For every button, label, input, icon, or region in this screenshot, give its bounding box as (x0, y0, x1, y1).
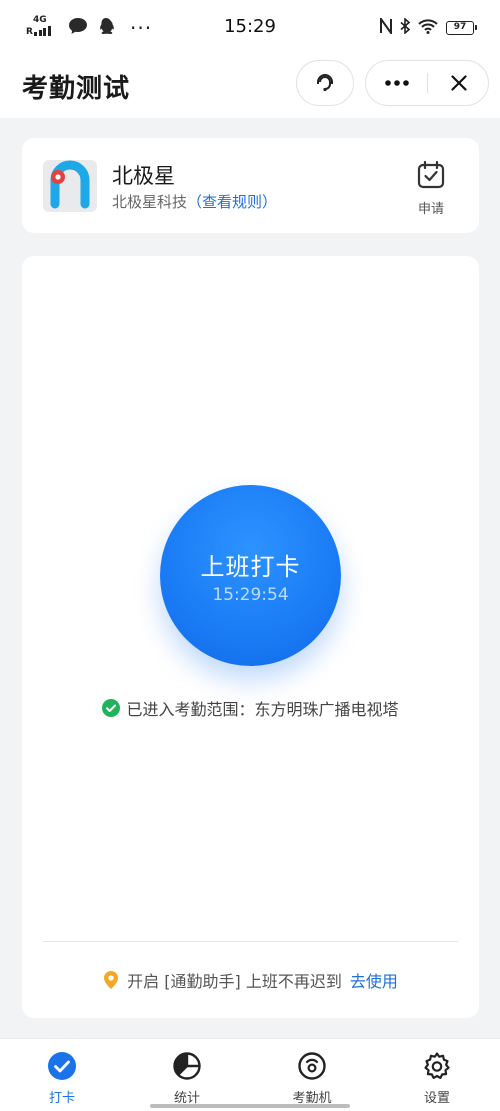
apply-button[interactable]: 申请 (411, 160, 451, 217)
apply-label: 申请 (417, 202, 444, 217)
divider (43, 941, 458, 942)
commute-helper-banner: 开启 [通勤助手] 上班不再迟到 去使用 (22, 968, 479, 992)
success-check-icon (102, 699, 121, 717)
range-status-text: 已进入考勤范围：东方明珠广播电视塔 (126, 700, 399, 719)
tab-settings-label: 设置 (423, 1091, 450, 1106)
app-header: 考勤测试 (0, 58, 500, 118)
more-button[interactable] (366, 61, 428, 105)
organization-name: 北极星科技 (112, 193, 188, 211)
clock-in-label: 上班打卡 (200, 553, 301, 581)
nfc-icon (380, 15, 392, 38)
tab-punch[interactable]: 打卡 (17, 1051, 107, 1106)
home-indicator[interactable] (150, 1104, 350, 1108)
bottom-tab-bar: 打卡 统计 考勤机 设置 (0, 1038, 500, 1111)
view-rules-link[interactable]: （查看规则） (187, 193, 277, 211)
company-subtitle: 北极星科技（查看规则） (112, 191, 277, 212)
pie-chart-icon (173, 1052, 201, 1080)
use-now-link[interactable]: 去使用 (350, 968, 398, 992)
attendance-range-status: 已进入考勤范围：东方明珠广播电视塔 (22, 696, 479, 720)
company-logo (43, 160, 97, 212)
capsule-menu (365, 60, 489, 106)
close-button[interactable] (428, 61, 490, 105)
battery-icon: 97 (446, 21, 477, 35)
tab-punch-label: 打卡 (48, 1091, 75, 1106)
helper-text: 开启 [通勤助手] 上班不再迟到 (127, 972, 342, 991)
headset-icon (317, 74, 333, 92)
punch-card: 上班打卡 15:29:54 已进入考勤范围：东方明珠广播电视塔 开启 [通勤助手… (22, 256, 479, 1018)
page-title: 考勤测试 (22, 74, 131, 104)
close-icon (451, 75, 467, 91)
clock-in-button[interactable]: 上班打卡 15:29:54 (160, 485, 341, 666)
wifi-icon (418, 18, 438, 38)
attendance-machine-icon (298, 1052, 326, 1080)
current-time: 15:29:54 (212, 585, 289, 605)
tab-settings[interactable]: 设置 (392, 1051, 482, 1106)
location-pin-icon (104, 971, 119, 989)
calendar-check-icon (417, 160, 445, 189)
company-card: 北极星 北极星科技（查看规则） 申请 (22, 138, 479, 233)
gear-icon (424, 1052, 450, 1079)
tab-statistics[interactable]: 统计 (142, 1051, 232, 1106)
tab-attendance-machine[interactable]: 考勤机 (267, 1051, 357, 1106)
more-dots-icon (385, 80, 409, 86)
status-bar: 4G R ··· 15:29 97 (0, 0, 500, 58)
bluetooth-icon (400, 17, 411, 38)
punch-check-icon (48, 1052, 76, 1080)
company-name: 北极星 (112, 164, 175, 188)
customer-service-button[interactable] (296, 60, 354, 106)
